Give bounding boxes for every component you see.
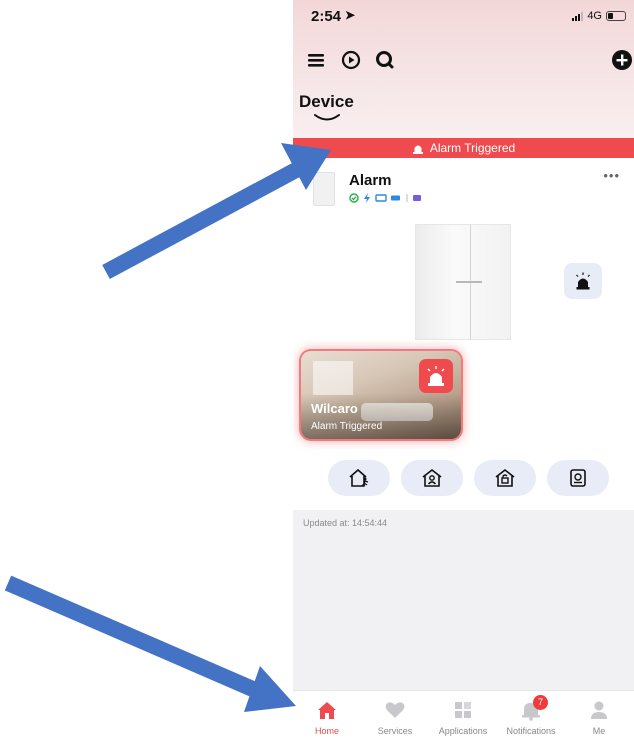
tab-applications[interactable]: Applications [429, 691, 497, 738]
title-underline [314, 114, 340, 121]
stay-arm-button[interactable] [401, 460, 463, 496]
tab-label: Services [377, 726, 413, 736]
tab-bar: Home Services Applications 7 Notificatio… [293, 690, 634, 738]
person-icon [591, 701, 607, 719]
network-label: 4G [587, 10, 602, 22]
alarm-banner-text: Alarm Triggered [429, 141, 516, 155]
online-check-icon [349, 193, 359, 203]
device-product-image [415, 224, 511, 340]
tab-notifications[interactable]: 7 Notifications [497, 691, 565, 738]
content-background [293, 510, 634, 690]
location-arrow-icon: ➤ [345, 8, 356, 22]
clear-alarm-button[interactable] [547, 460, 609, 496]
home-icon [318, 702, 336, 719]
phone-screen: 2:54 ➤ 4G Device Alarm Triggered Alarm •… [293, 0, 634, 738]
notification-badge: 7 [533, 695, 548, 710]
siren-icon [412, 145, 423, 154]
tab-label: Notifications [506, 726, 556, 736]
playback-icon[interactable] [339, 48, 363, 72]
home-disarm-button[interactable] [474, 460, 536, 496]
power-icon [364, 193, 370, 203]
top-toolbar [305, 48, 634, 72]
device-status-icons [349, 193, 422, 203]
tab-services[interactable]: Services [361, 691, 429, 738]
home-disarm-icon [495, 468, 515, 487]
ethernet-icon [375, 194, 387, 202]
device-image-logo [456, 281, 482, 283]
signal-icon [572, 11, 584, 21]
more-options-button[interactable]: ••• [603, 168, 620, 183]
add-device-icon[interactable] [610, 48, 634, 72]
tab-label: Me [592, 726, 606, 736]
siren-icon [427, 366, 445, 386]
away-arm-button[interactable] [328, 460, 390, 496]
tab-me[interactable]: Me [565, 691, 633, 738]
scene-card[interactable]: Wilcaro Alarm Triggered [301, 351, 461, 439]
tab-home[interactable]: Home [293, 691, 361, 738]
divider [406, 194, 408, 202]
battery-icon [606, 11, 626, 21]
scene-status: Alarm Triggered [311, 421, 383, 432]
status-bar: 2:54 ➤ 4G [293, 8, 634, 30]
scene-alarm-badge [419, 359, 453, 393]
menu-icon[interactable] [305, 48, 329, 72]
apps-icon [455, 702, 471, 718]
arrow-to-home-tab [4, 575, 296, 712]
updated-time: Updated at: 14:54:44 [303, 518, 388, 528]
battery-status-icon [391, 195, 400, 201]
search-icon[interactable] [373, 48, 397, 72]
scene-photo-window [313, 361, 353, 395]
device-name[interactable]: Alarm [349, 172, 392, 189]
siren-icon [576, 272, 590, 290]
cloud-icon [413, 195, 421, 201]
heart-icon [385, 702, 405, 718]
siren-button[interactable] [564, 263, 602, 299]
status-indicators: 4G [572, 10, 626, 22]
tab-label: Applications [438, 726, 488, 736]
scene-photo-shade [301, 393, 461, 439]
device-thumbnail[interactable] [313, 172, 335, 206]
stay-arm-icon [422, 468, 442, 487]
tab-label: Home [314, 726, 339, 736]
away-arm-icon [349, 468, 369, 487]
status-time: 2:54 [311, 8, 342, 25]
clear-alarm-icon [570, 469, 586, 487]
page-title[interactable]: Device [299, 92, 354, 112]
scene-name: Wilcaro [311, 401, 358, 416]
alarm-banner[interactable]: Alarm Triggered [293, 138, 634, 158]
